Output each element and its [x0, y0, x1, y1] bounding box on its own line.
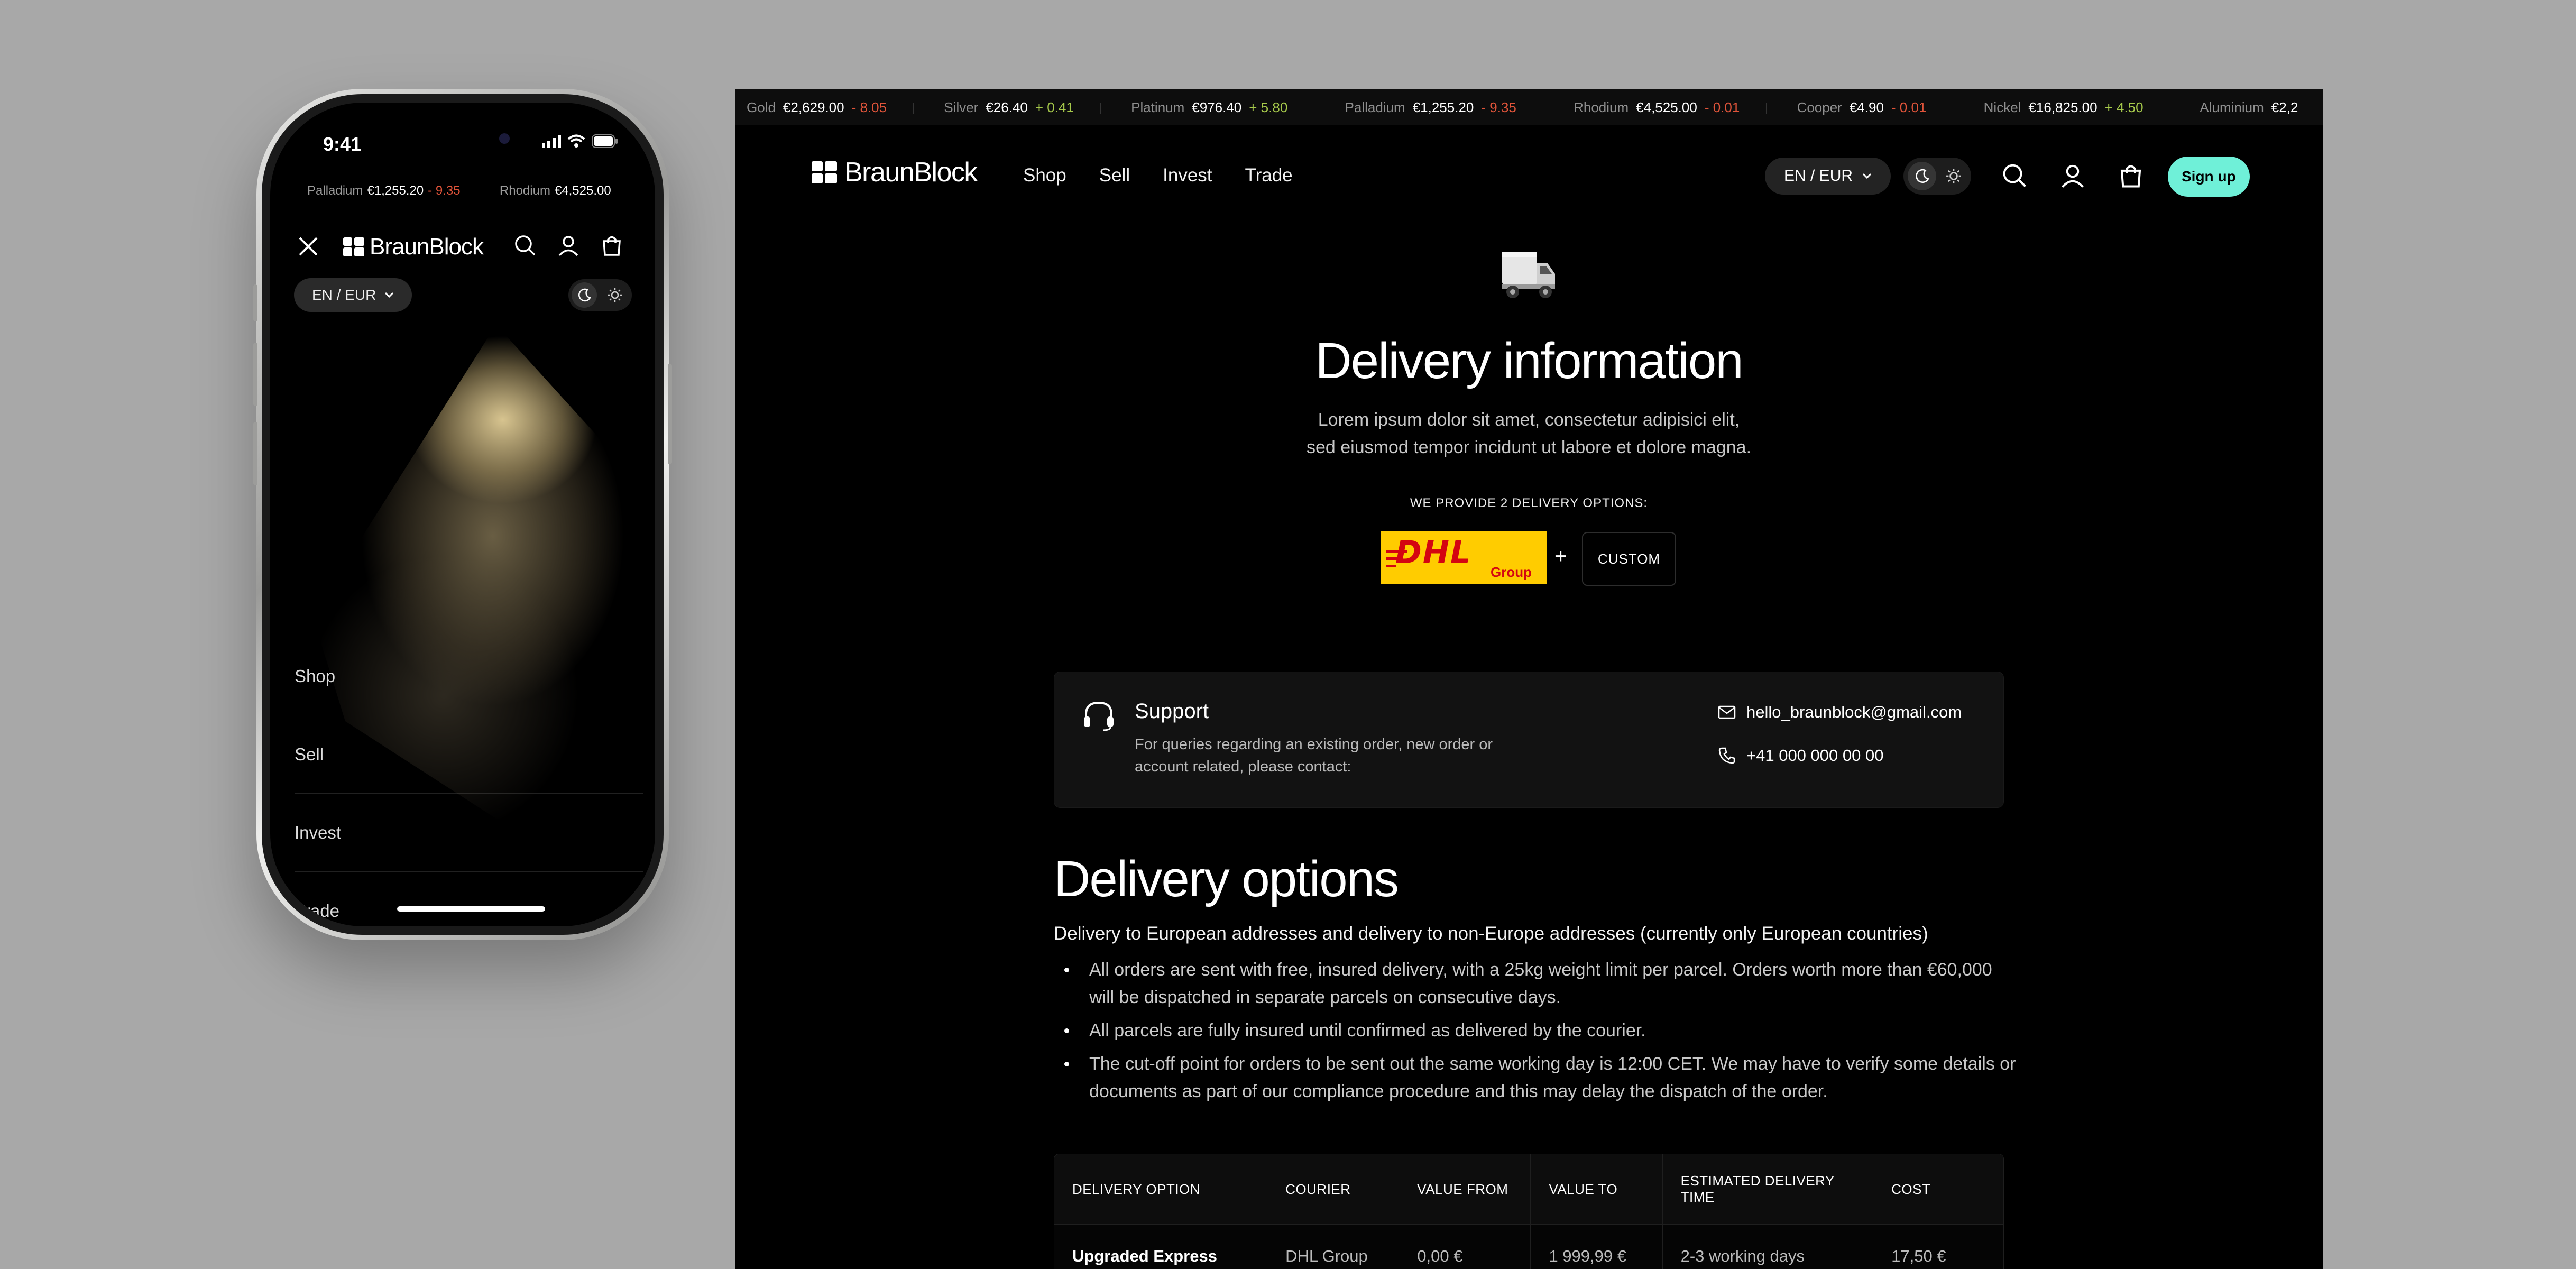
signal-icon	[542, 135, 561, 148]
phone-mockup: 9:41 Palladium €1,255.20 - 9.35 Rhodium …	[253, 89, 672, 940]
site-header: BraunBlock Shop Sell Invest Trade EN / E…	[735, 144, 2323, 202]
signup-button[interactable]: Sign up	[2168, 157, 2250, 197]
nav-link-shop[interactable]: Shop	[1023, 165, 1066, 186]
battery-icon	[592, 134, 618, 148]
main-nav: Shop Sell Invest Trade	[1023, 165, 1293, 186]
desktop-page: Gold €2,629.00- 8.05 Silver €26.40 + 0.41 P…	[735, 89, 2323, 1269]
menu-item-trade[interactable]: Trade	[295, 871, 643, 926]
ticker-item: Aluminium €2,2	[2200, 99, 2298, 115]
nav-link-sell[interactable]: Sell	[1099, 165, 1130, 186]
phone-screen: 9:41 Palladium €1,255.20 - 9.35 Rhodium …	[270, 103, 655, 926]
ticker-item: Palladium €1,255.20- 9.35	[307, 183, 461, 198]
ticker-item: Silver €26.40 + 0.41	[944, 99, 1074, 115]
home-indicator	[397, 906, 545, 912]
nav-link-invest[interactable]: Invest	[1163, 165, 1212, 186]
sun-icon	[608, 288, 622, 302]
support-title: Support	[1135, 700, 1209, 723]
list-item: The cut-off point for orders to be sent …	[1054, 1050, 2016, 1105]
menu-item-invest[interactable]: Invest	[295, 793, 643, 871]
ticker-item: Rhodium €4,525.00- 0.01	[1574, 99, 1740, 115]
table-cell: 0,00 €	[1399, 1225, 1531, 1269]
table-header: VALUE FROM	[1399, 1154, 1531, 1224]
language-currency-label: EN / EUR	[1784, 167, 1853, 185]
cart-icon[interactable]	[2118, 162, 2144, 189]
table-row: Upgraded Express DHL Group 0,00 € 1 999,…	[1054, 1225, 2003, 1269]
ticker-item: Gold €2,629.00- 8.05	[747, 99, 887, 115]
table-header: COURIER	[1267, 1154, 1400, 1224]
table-header: ESTIMATED DELIVERY TIME	[1663, 1154, 1874, 1224]
phone-menu: Shop Sell Invest Trade	[295, 637, 643, 926]
support-phone: +41 000 000 00 00	[1746, 746, 1884, 765]
search-icon[interactable]	[2001, 162, 2028, 189]
nav-link-trade[interactable]: Trade	[1245, 165, 1293, 186]
status-bar: 9:41	[270, 103, 655, 171]
support-card: Support For queries regarding an existin…	[1054, 672, 2004, 808]
delivery-table: DELIVERY OPTION COURIER VALUE FROM VALUE…	[1054, 1154, 2004, 1269]
menu-item-shop[interactable]: Shop	[295, 637, 643, 715]
mail-icon	[1718, 705, 1736, 719]
price-ticker: Gold €2,629.00- 8.05 Silver €26.40 + 0.41 P…	[735, 89, 2323, 125]
table-header: COST	[1891, 1181, 1931, 1197]
dynamic-island	[416, 123, 521, 154]
list-item: All parcels are fully insured until conf…	[1054, 1017, 2016, 1044]
support-email-link[interactable]: hello_braunblock@gmail.com	[1718, 703, 1962, 722]
delivery-rules-list: All orders are sent with free, insured d…	[1054, 956, 2016, 1111]
menu-item-sell[interactable]: Sell	[295, 715, 643, 793]
search-icon[interactable]	[513, 234, 537, 257]
logo-text: BraunBlock	[844, 157, 978, 188]
phone-price-ticker: Palladium €1,255.20- 9.35 Rhodium €4,525.0…	[270, 174, 655, 206]
plus-sign: +	[1554, 545, 1567, 568]
table-cell: 2-3 working days	[1663, 1225, 1874, 1269]
table-cell: 1 999,99 €	[1531, 1225, 1663, 1269]
close-icon[interactable]	[297, 235, 320, 258]
phone-header: BraunBlock	[270, 224, 655, 266]
table-header: DELIVERY OPTION	[1054, 1154, 1268, 1224]
section-subtitle: Delivery to European addresses and deliv…	[1054, 923, 1928, 944]
logo[interactable]: BraunBlock	[812, 157, 978, 188]
table-header: VALUE TO	[1531, 1154, 1663, 1224]
page-lead: Lorem ipsum dolor sit amet, consectetur …	[735, 406, 2323, 461]
ticker-item: Palladium €1,255.20- 9.35	[1345, 99, 1516, 115]
section-title: Delivery options	[1054, 851, 1399, 907]
delivery-options-label: WE PROVIDE 2 DELIVERY OPTIONS:	[1410, 496, 1648, 510]
theme-toggle[interactable]	[1903, 158, 1971, 195]
language-currency-select[interactable]: EN / EUR	[1765, 158, 1891, 195]
user-icon[interactable]	[557, 234, 580, 257]
list-item: All orders are sent with free, insured d…	[1054, 956, 2016, 1011]
support-description: For queries regarding an existing order,…	[1135, 736, 1493, 775]
phone-icon	[1718, 747, 1736, 765]
ticker-item: Rhodium €4,525.00	[499, 183, 611, 198]
lead-line: Lorem ipsum dolor sit amet, consectetur …	[1318, 410, 1740, 430]
support-email: hello_braunblock@gmail.com	[1746, 703, 1962, 721]
user-icon[interactable]	[2059, 162, 2086, 189]
language-currency-select[interactable]: EN / EUR	[294, 278, 412, 312]
chevron-down-icon	[384, 292, 394, 298]
support-phone-link[interactable]: +41 000 000 00 00	[1718, 746, 1883, 765]
page-title: Delivery information	[1315, 333, 1743, 389]
theme-toggle[interactable]	[568, 279, 632, 311]
chevron-down-icon	[1862, 173, 1872, 179]
table-cell: 17,50 €	[1891, 1247, 1946, 1265]
custom-delivery-badge: CUSTOM	[1582, 532, 1676, 586]
sun-icon	[1946, 168, 1962, 184]
table-cell: DHL Group	[1267, 1225, 1400, 1269]
ticker-item: Platinum €976.40 + 5.80	[1131, 99, 1288, 115]
lead-line: sed eiusmod tempor incidunt ut labore et…	[1306, 437, 1752, 457]
cart-icon[interactable]	[600, 234, 623, 257]
table-header-row: DELIVERY OPTION COURIER VALUE FROM VALUE…	[1054, 1154, 2003, 1225]
wifi-icon	[567, 134, 585, 148]
truck-icon	[1500, 247, 1558, 300]
language-currency-label: EN / EUR	[312, 287, 376, 303]
headset-icon	[1082, 700, 1116, 731]
ticker-item: Nickel €16,825.00 + 4.50	[1983, 99, 2143, 115]
moon-icon	[577, 288, 592, 302]
logo-text: BraunBlock	[370, 234, 484, 260]
table-cell: Upgraded Express	[1054, 1225, 1268, 1269]
logo[interactable]: BraunBlock	[343, 234, 484, 260]
ticker-item: Cooper €4.90- 0.01	[1797, 99, 1927, 115]
moon-icon	[1914, 168, 1930, 184]
status-time: 9:41	[323, 133, 362, 155]
dhl-logo: DHL Group	[1381, 531, 1547, 584]
